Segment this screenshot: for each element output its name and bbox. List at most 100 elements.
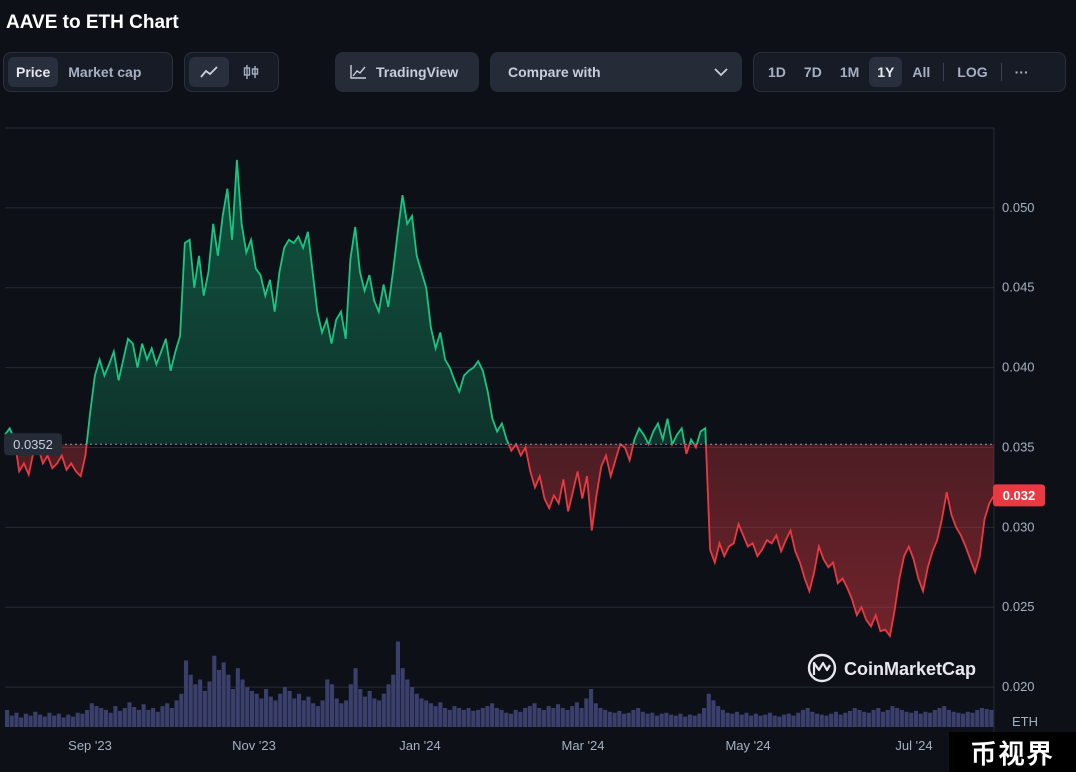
volume-bar	[518, 711, 523, 727]
chart-type-group	[184, 52, 279, 92]
volume-bar	[466, 708, 471, 727]
volume-bar	[99, 708, 104, 727]
volume-bar	[852, 708, 857, 727]
volume-bar	[871, 709, 876, 727]
volume-bar	[311, 703, 316, 727]
volume-bar	[970, 712, 975, 727]
volume-bar	[650, 712, 655, 727]
volume-bar	[433, 706, 438, 727]
volume-bar	[556, 704, 561, 727]
volume-bar	[28, 715, 33, 727]
volume-bar	[193, 684, 198, 727]
volume-bar	[278, 693, 283, 727]
y-tick-label: 0.040	[1002, 360, 1035, 375]
volume-bar	[734, 711, 740, 727]
price-chart-svg[interactable]: 0.050 0.045 0.040 0.035 0.030 0.025 0.020 0.035…	[0, 100, 1076, 772]
volume-bar	[833, 711, 838, 727]
volume-bar	[329, 684, 335, 727]
x-tick-label: Jul '24	[895, 738, 932, 753]
range-1y[interactable]: 1Y	[869, 57, 903, 87]
volume-bar	[358, 689, 363, 727]
volume-bar	[659, 713, 664, 727]
y-tick-label: 0.030	[1002, 519, 1035, 534]
volume-bar	[494, 708, 499, 727]
current-price-tag: 0.032	[1003, 488, 1036, 503]
more-options-button[interactable]: ···	[1007, 57, 1037, 87]
volume-bar	[777, 716, 782, 727]
line-chart-icon	[200, 66, 218, 78]
volume-bar	[113, 706, 118, 727]
volume-bar	[819, 714, 824, 727]
x-tick-label: Mar '24	[562, 738, 605, 753]
volume-bar	[932, 709, 937, 727]
volume-bar	[937, 708, 942, 727]
volume-bar	[405, 679, 410, 727]
compare-with-select[interactable]: Compare with	[490, 52, 742, 92]
divider	[943, 63, 945, 81]
volume-bar	[772, 715, 777, 727]
tradingview-button[interactable]: TradingView	[335, 52, 479, 92]
volume-bar	[198, 679, 203, 727]
volume-bar	[212, 655, 217, 727]
volume-bar	[598, 708, 603, 727]
volume-bar	[315, 706, 320, 727]
volume-bar	[339, 703, 344, 727]
volume-bar	[202, 690, 207, 727]
volume-bar	[438, 702, 443, 727]
volume-bar	[584, 698, 589, 727]
volume-bar	[485, 706, 490, 727]
volume-bar	[240, 679, 245, 727]
volume-bar	[259, 698, 264, 727]
price-chart: 0.050 0.045 0.040 0.035 0.030 0.025 0.020 0.035…	[0, 100, 1076, 772]
volume-bar	[810, 711, 815, 727]
volume-bar	[692, 715, 697, 727]
volume-bar	[14, 712, 19, 727]
volume-bar	[895, 708, 900, 727]
range-1d[interactable]: 1D	[760, 57, 794, 87]
volume-bar	[165, 703, 170, 727]
volume-bar	[565, 709, 570, 727]
volume-bar	[136, 709, 141, 727]
volume-bar	[221, 662, 226, 727]
range-1m[interactable]: 1M	[832, 57, 867, 87]
volume-bar	[9, 715, 14, 727]
volume-bar	[749, 715, 754, 727]
volume-bar	[334, 698, 339, 727]
y-tick-label: 0.035	[1002, 439, 1035, 454]
candlestick-button[interactable]	[231, 57, 271, 87]
volume-bar	[56, 713, 61, 727]
volume-bar	[527, 706, 532, 727]
volume-bar	[61, 717, 66, 727]
volume-bar	[127, 702, 132, 727]
volume-bar	[245, 687, 250, 727]
volume-bar	[108, 712, 113, 727]
chart-toolbar: Price Market cap TradingView Compare wit…	[0, 52, 1076, 92]
volume-bar	[174, 700, 179, 727]
volume-bar	[235, 668, 240, 727]
volume-bar	[231, 689, 236, 727]
volume-bar	[683, 716, 688, 727]
volume-bar	[711, 700, 716, 727]
tab-market-cap[interactable]: Market cap	[60, 57, 149, 87]
range-7d[interactable]: 7D	[796, 57, 830, 87]
volume-bar	[913, 710, 919, 727]
volume-bar	[961, 713, 966, 727]
volume-bar	[725, 712, 730, 727]
volume-bar	[918, 713, 923, 727]
volume-bar	[862, 711, 867, 727]
volume-bar	[287, 690, 292, 727]
volume-bar	[504, 712, 509, 727]
line-chart-button[interactable]	[189, 57, 229, 87]
volume-bar	[975, 709, 980, 727]
log-scale-button[interactable]: LOG	[949, 57, 995, 87]
volume-bar	[282, 687, 287, 727]
tradingview-label: TradingView	[376, 64, 459, 80]
tab-price[interactable]: Price	[8, 57, 59, 87]
volume-bar	[739, 714, 744, 727]
divider	[1000, 63, 1002, 81]
volume-bar	[829, 713, 834, 727]
volume-bar	[767, 712, 773, 727]
range-all[interactable]: All	[904, 57, 938, 87]
volume-bar	[19, 717, 24, 727]
volume-bar	[904, 711, 909, 727]
